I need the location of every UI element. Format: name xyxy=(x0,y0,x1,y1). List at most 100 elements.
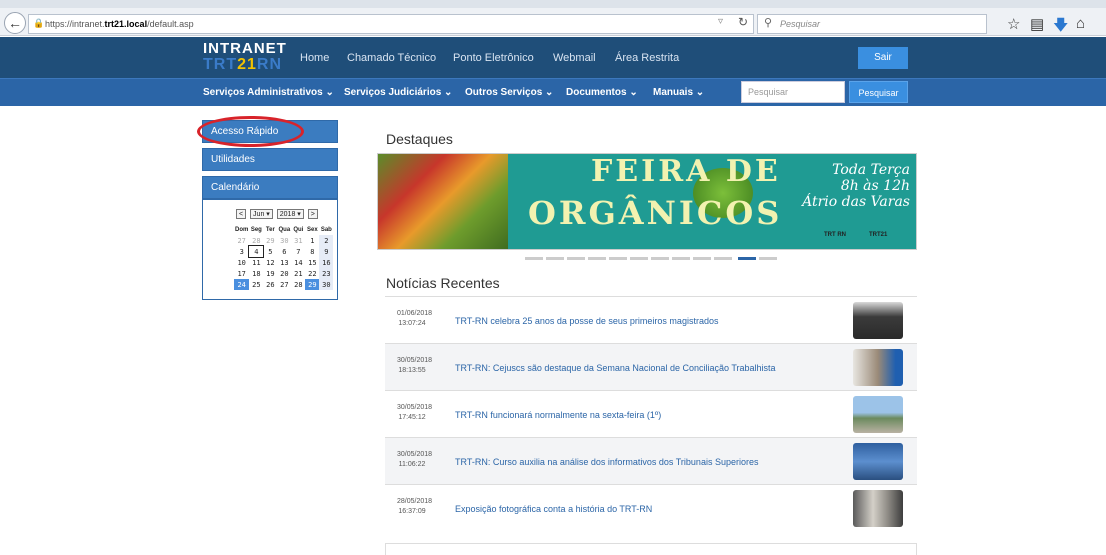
carousel-dot[interactable] xyxy=(546,257,564,260)
news-title-link[interactable]: TRT-RN celebra 25 anos da posse de seus … xyxy=(455,316,718,326)
calendar-day[interactable]: 2 xyxy=(319,235,334,246)
calendar-day[interactable]: 29 xyxy=(305,279,320,290)
calendar-day[interactable]: 20 xyxy=(277,268,291,279)
calendar-day[interactable]: 23 xyxy=(319,268,334,279)
year-select[interactable]: 2018 ▾ xyxy=(276,209,304,219)
nav-ponto-eletronico[interactable]: Ponto Eletrônico xyxy=(453,52,534,64)
news-title-link[interactable]: TRT-RN: Curso auxilia na análise dos inf… xyxy=(455,457,758,467)
news-item[interactable]: 30/05/2018 11:06:22 TRT-RN: Curso auxilia… xyxy=(385,437,917,484)
news-thumbnail[interactable] xyxy=(853,302,903,339)
red-highlight-circle xyxy=(197,116,304,147)
menu-manuais[interactable]: Manuais ⌄ xyxy=(653,87,704,98)
panel-calendario[interactable]: Calendário xyxy=(202,176,338,199)
site-search-button[interactable]: Pesquisar xyxy=(849,81,908,103)
nav-chamado-tecnico[interactable]: Chamado Técnico xyxy=(347,52,436,64)
back-button[interactable]: ← xyxy=(4,12,26,34)
menu-documentos[interactable]: Documentos ⌄ xyxy=(566,87,638,98)
calendar-day[interactable]: 25 xyxy=(249,279,263,290)
calendar-day[interactable]: 19 xyxy=(263,268,277,279)
highlight-banner[interactable]: FEIRA DE ORGÂNICOS Toda Terça 8h às 12h … xyxy=(377,153,917,250)
calendar-day[interactable]: 21 xyxy=(291,268,305,279)
news-item[interactable]: 30/05/2018 18:13:55 TRT-RN: Cejuscs são d… xyxy=(385,343,917,390)
calendar-day[interactable]: 27 xyxy=(277,279,291,290)
dropdown-arrow-icon[interactable]: ▿ xyxy=(718,16,723,27)
news-thumbnail[interactable] xyxy=(853,349,903,386)
calendar-day[interactable]: 10 xyxy=(234,257,249,268)
carousel-dot[interactable] xyxy=(630,257,648,260)
calendar-day[interactable]: 7 xyxy=(291,246,305,257)
calendar-day[interactable]: 29 xyxy=(263,235,277,246)
carousel-dot[interactable] xyxy=(588,257,606,260)
banner-schedule-line: 8h às 12h xyxy=(840,178,910,194)
carousel-dot[interactable] xyxy=(525,257,543,260)
news-item[interactable]: 30/05/2018 17:45:12 TRT-RN funcionará nor… xyxy=(385,390,917,437)
calendar-day[interactable]: 27 xyxy=(234,235,249,246)
calendar-day[interactable]: 18 xyxy=(249,268,263,279)
calendar-day[interactable]: 15 xyxy=(305,257,319,268)
news-title-link[interactable]: TRT-RN: Cejuscs são destaque da Semana N… xyxy=(455,363,776,373)
banner-logo-trt-rn: TRT RN xyxy=(824,232,846,238)
news-item[interactable]: 01/06/2018 13:07:24 TRT-RN celebra 25 ano… xyxy=(385,296,917,343)
carousel-dot[interactable] xyxy=(714,257,732,260)
calendar-day[interactable]: 16 xyxy=(319,257,334,268)
nav-webmail[interactable]: Webmail xyxy=(553,52,596,64)
weekday-label: Seg xyxy=(250,226,262,233)
calendar-day[interactable]: 28 xyxy=(249,235,263,246)
browser-tabstrip xyxy=(0,0,1106,8)
nav-home[interactable]: Home xyxy=(300,52,329,64)
carousel-dot[interactable] xyxy=(693,257,711,260)
calendar-day[interactable]: 6 xyxy=(277,246,291,257)
carousel-dot[interactable] xyxy=(651,257,669,260)
news-datetime: 30/05/2018 17:45:12 xyxy=(397,404,433,421)
calendar-day-today[interactable]: 4 xyxy=(248,245,265,258)
menu-outros-servicos[interactable]: Outros Serviços ⌄ xyxy=(465,87,553,98)
calendar-day[interactable]: 30 xyxy=(277,235,291,246)
logout-button[interactable]: Sair xyxy=(858,47,908,69)
logo-trt21[interactable]: TRT21RN xyxy=(203,56,282,74)
site-search-input[interactable]: Pesquisar xyxy=(741,81,845,103)
news-datetime: 01/06/2018 13:07:24 xyxy=(397,310,433,327)
weekday-label: Dom xyxy=(235,226,249,233)
address-bar[interactable]: https://intranet.trt21.local/default.asp xyxy=(28,14,754,34)
calendar-day[interactable]: 28 xyxy=(291,279,305,290)
prev-month-button[interactable]: < xyxy=(236,209,247,219)
news-title-link[interactable]: TRT-RN funcionará normalmente na sexta-f… xyxy=(455,410,661,420)
panel-utilidades[interactable]: Utilidades xyxy=(202,148,338,171)
news-item[interactable]: 28/05/2018 16:37:09 Exposição fotográfica… xyxy=(385,484,917,531)
carousel-dot[interactable] xyxy=(609,257,627,260)
carousel-dot[interactable] xyxy=(759,257,777,260)
calendar-day[interactable]: 24 xyxy=(234,279,250,290)
calendar-day[interactable]: 9 xyxy=(319,246,334,257)
next-month-button[interactable]: > xyxy=(307,209,318,219)
banner-headline-line2: ORGÂNICOS xyxy=(528,194,783,232)
news-thumbnail[interactable] xyxy=(853,490,903,527)
calendar-day[interactable]: 31 xyxy=(291,235,305,246)
news-thumbnail[interactable] xyxy=(853,443,903,480)
calendar-day[interactable]: 17 xyxy=(234,268,249,279)
calendar-day[interactable]: 3 xyxy=(234,246,249,257)
calendar-day[interactable]: 13 xyxy=(277,257,291,268)
carousel-dot[interactable] xyxy=(672,257,690,260)
calendar-day[interactable]: 8 xyxy=(305,246,319,257)
home-icon[interactable]: ⌂ xyxy=(1076,15,1085,32)
calendar-day[interactable]: 12 xyxy=(263,257,277,268)
menu-servicos-judiciarios[interactable]: Serviços Judiciários ⌄ xyxy=(344,87,452,98)
menu-servicos-administrativos[interactable]: Serviços Administrativos ⌄ xyxy=(203,87,334,98)
calendar-day[interactable]: 30 xyxy=(319,279,334,290)
calendar-day[interactable]: 22 xyxy=(305,268,319,279)
calendar-day[interactable]: 1 xyxy=(305,235,319,246)
browser-search-field[interactable]: Pesquisar xyxy=(757,14,987,34)
carousel-dot-active[interactable] xyxy=(738,257,756,260)
calendar-day[interactable]: 5 xyxy=(263,246,277,257)
carousel-dot[interactable] xyxy=(567,257,585,260)
nav-area-restrita[interactable]: Área Restrita xyxy=(615,52,679,64)
calendar-day[interactable]: 26 xyxy=(263,279,277,290)
reload-icon[interactable]: ↻ xyxy=(738,15,748,29)
news-thumbnail[interactable] xyxy=(853,396,903,433)
news-title-link[interactable]: Exposição fotográfica conta a história d… xyxy=(455,504,652,514)
month-select[interactable]: Jun ▾ xyxy=(250,209,273,219)
calendar-day[interactable]: 11 xyxy=(249,257,263,268)
bookmark-star-icon[interactable]: ☆ xyxy=(1007,15,1020,33)
bookmarks-list-icon[interactable]: ▤ xyxy=(1030,15,1044,33)
calendar-day[interactable]: 14 xyxy=(291,257,305,268)
